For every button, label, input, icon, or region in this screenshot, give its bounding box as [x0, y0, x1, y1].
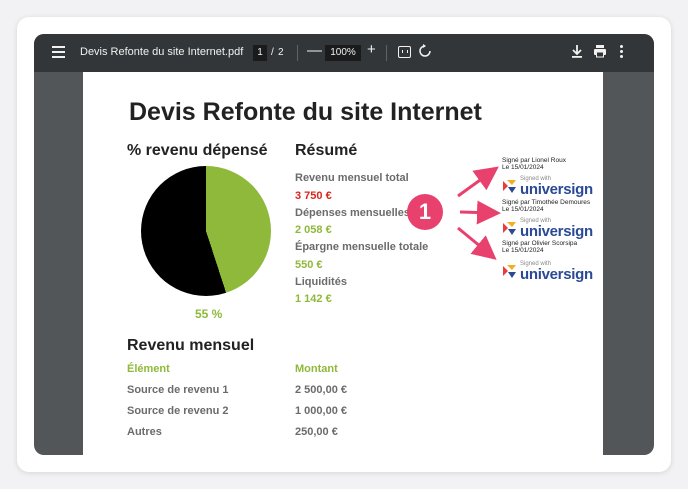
signature-date: Le 15/01/2024 [502, 164, 544, 171]
income-title: Revenu mensuel [127, 337, 255, 354]
summary-label: Dépenses mensuelles [295, 207, 410, 219]
summary-value: 3 750 € [295, 190, 332, 202]
signature-date: Le 15/01/2024 [502, 206, 544, 213]
table-cell: Source de revenu 2 [127, 405, 229, 417]
table-cell: 250,00 € [295, 426, 338, 438]
universign-mark-icon [503, 265, 516, 278]
page-total: 2 [278, 47, 284, 58]
table-cell: 2 500,00 € [295, 384, 347, 396]
universign-logo: Signed with universign [502, 218, 598, 240]
summary-label: Revenu mensuel total [295, 172, 409, 184]
signer-name: Signé par Timothée Demoures [502, 199, 591, 206]
table-cell: Autres [127, 426, 162, 438]
signer-name: Signé par Lionel Roux [502, 157, 566, 164]
table-cell: Source de revenu 1 [127, 384, 229, 396]
print-icon[interactable] [593, 44, 607, 61]
fit-page-icon[interactable] [398, 46, 411, 58]
universign-logo: Signed with universign [502, 261, 598, 283]
rotate-icon[interactable] [418, 44, 432, 61]
summary-label: Épargne mensuelle totale [295, 241, 429, 253]
universign-mark-icon [503, 222, 516, 235]
table-header-element: Élément [127, 363, 170, 375]
document-title: Devis Refonte du site Internet [129, 98, 482, 126]
viewer-toolbar: Devis Refonte du site Internet.pdf 1 / 2… [34, 34, 654, 72]
pie-section-title: % revenu dépensé [127, 142, 268, 159]
universign-logo: Signed with universign [502, 176, 598, 198]
zoom-level-input[interactable]: 100% [325, 45, 361, 61]
universign-mark-icon [503, 180, 516, 193]
universign-brand: universign [520, 266, 593, 283]
zoom-in-button[interactable]: + [367, 41, 376, 58]
universign-brand: universign [520, 223, 593, 240]
summary-value: 1 142 € [295, 293, 332, 305]
toolbar-divider [297, 45, 298, 61]
pie-percentage-label: 55 % [195, 307, 223, 321]
page-number-input[interactable]: 1 [253, 45, 267, 61]
signature-date: Le 15/01/2024 [502, 247, 544, 254]
file-name: Devis Refonte du site Internet.pdf [80, 46, 244, 58]
summary-value: 550 € [295, 259, 323, 271]
zoom-out-button[interactable]: — [307, 42, 322, 59]
signer-name: Signé par Olivier Scorsipa [502, 240, 578, 247]
callout-number-badge: 1 [407, 194, 443, 230]
menu-icon[interactable] [52, 46, 65, 59]
summary-value: 2 058 € [295, 224, 332, 236]
download-icon[interactable] [571, 44, 583, 61]
summary-title: Résumé [295, 142, 358, 159]
signature-text: Signé par Olivier Scorsipa Le 15/01/2024 [502, 240, 577, 254]
signature-text: Signé par Lionel Roux Le 15/01/2024 [502, 157, 566, 171]
toolbar-divider [386, 45, 387, 61]
page-separator: / [271, 47, 274, 58]
universign-brand: universign [520, 181, 593, 198]
table-header-amount: Montant [295, 363, 338, 375]
more-vert-icon[interactable] [620, 45, 624, 60]
table-cell: 1 000,00 € [295, 405, 347, 417]
spending-pie-chart [141, 166, 271, 296]
signature-text: Signé par Timothée Demoures Le 15/01/202… [502, 199, 590, 213]
summary-label: Liquidités [295, 276, 347, 288]
